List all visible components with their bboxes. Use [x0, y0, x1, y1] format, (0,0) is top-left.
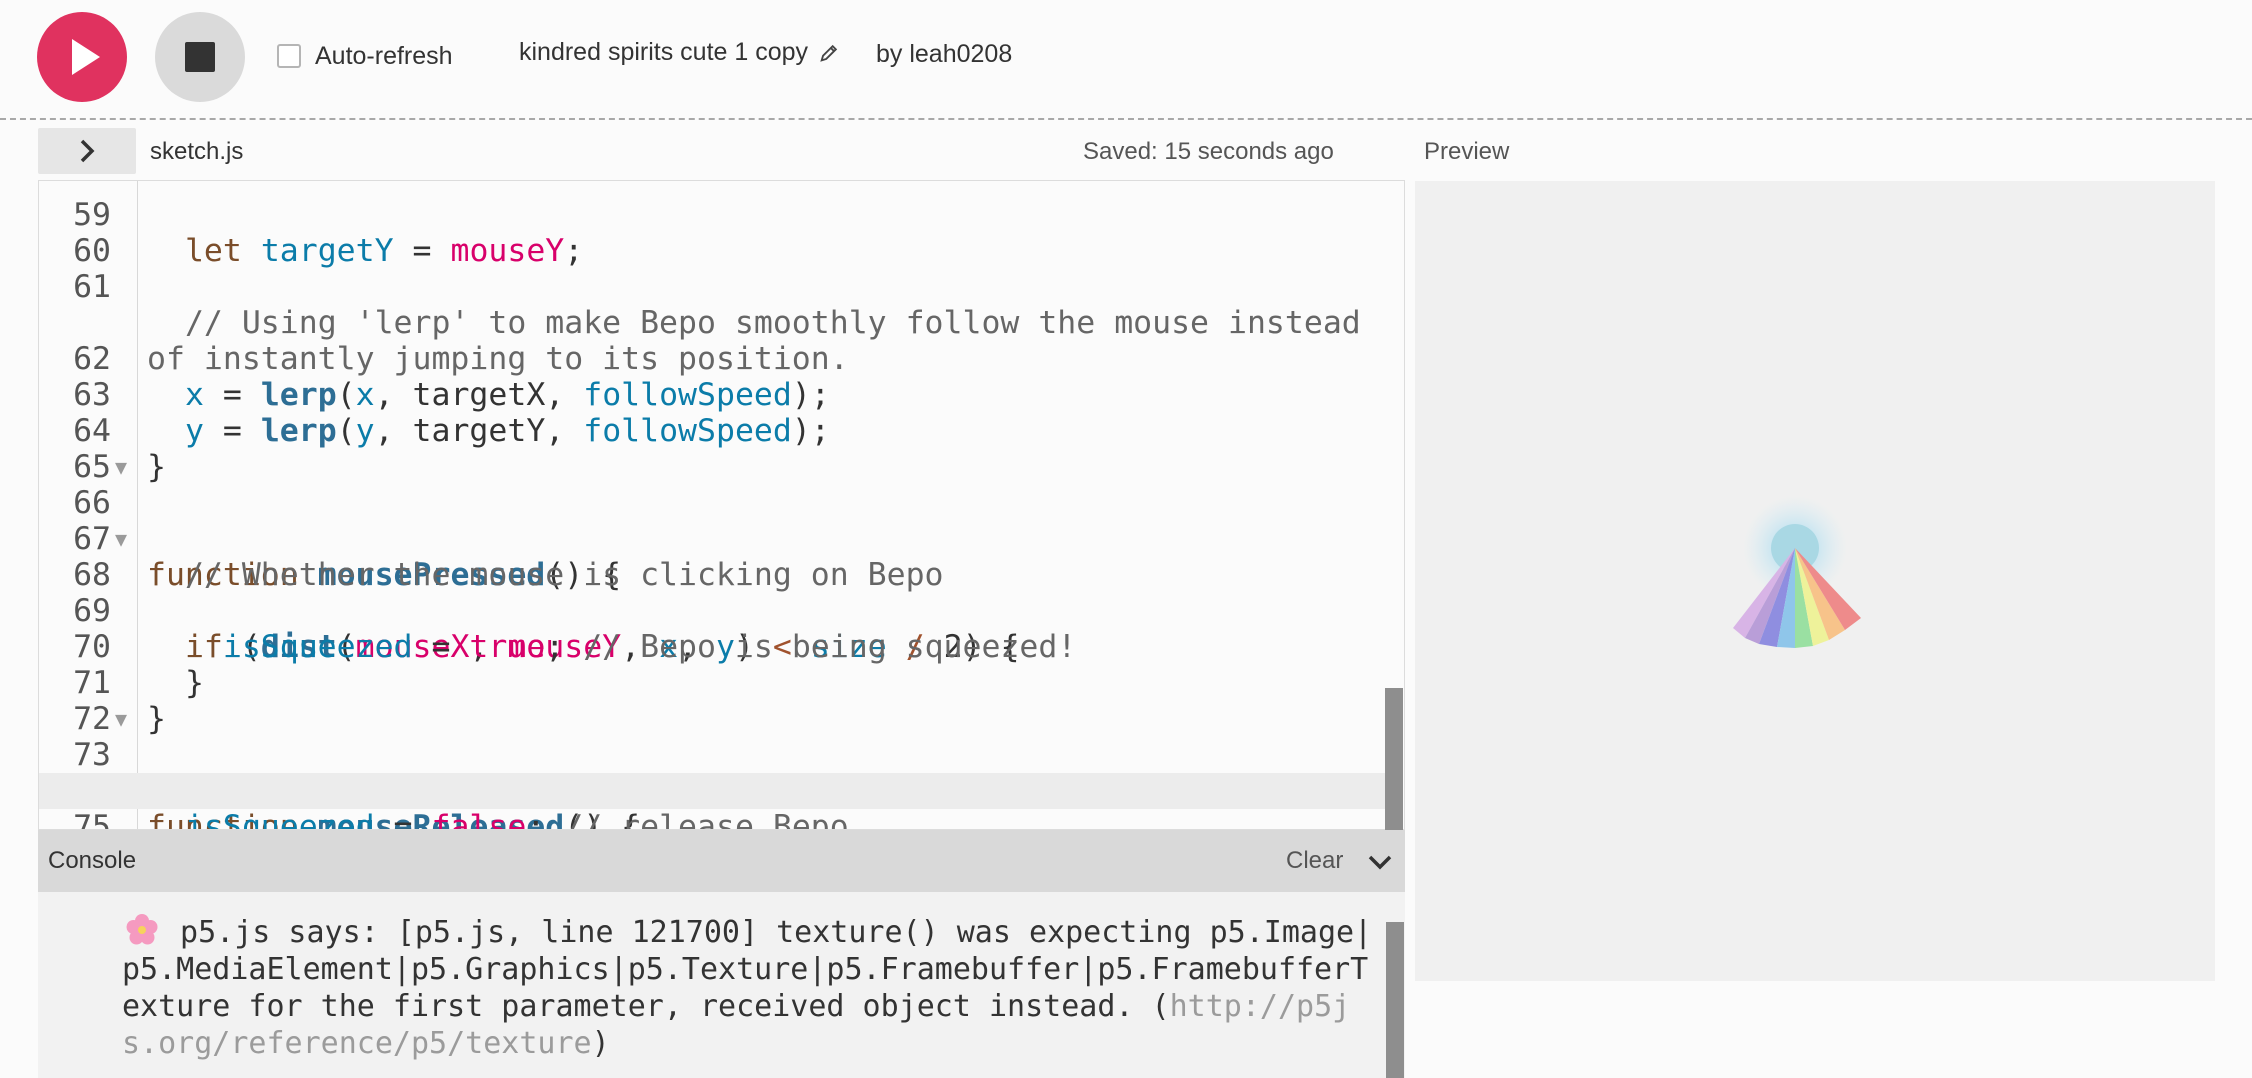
- author-link[interactable]: by leah0208: [876, 40, 1012, 69]
- fold-arrow-icon[interactable]: ▼: [115, 449, 127, 485]
- code-text: isSqueezed = false; // release Bepo.: [184, 809, 868, 830]
- console-clear-button[interactable]: Clear: [1286, 847, 1343, 875]
- fold-arrow-icon[interactable]: ▼: [115, 701, 127, 737]
- play-icon: [72, 39, 100, 75]
- code-line: 66 ▼ function mousePressed() {: [39, 449, 1404, 593]
- code-line: 74 isSqueezed = false; // release Bepo.: [39, 737, 1404, 829]
- console-output: p5.js says: [p5.js, line 121700] texture…: [38, 892, 1405, 1078]
- code-line: 71 }: [39, 629, 1404, 737]
- toolbar: Auto-refresh kindred spirits cute 1 copy…: [0, 0, 2252, 120]
- code-line: 72: [39, 665, 1404, 737]
- code-line: 63 y = lerp(y, targetY, followSpeed);: [39, 341, 1404, 449]
- preview-label: Preview: [1424, 138, 1510, 165]
- stop-button[interactable]: [155, 12, 245, 102]
- pencil-icon[interactable]: [818, 42, 840, 64]
- code-line: 62 x = lerp(x, targetX, followSpeed);: [39, 305, 1404, 413]
- code-line: 59 let targetY = mouseY;: [39, 181, 1404, 269]
- code-line: 64 }: [39, 377, 1404, 485]
- code-line: 60: [39, 197, 1404, 269]
- code-line: 68 ▼ if (dist(mouseX, mouseY, x, y) < si…: [39, 521, 1404, 665]
- code-line: 65: [39, 413, 1404, 485]
- console-message: p5.js says: [p5.js, line 121700] texture…: [122, 912, 1382, 1062]
- code-line: 67 // Whether the mouse is clicking on B…: [39, 485, 1404, 593]
- saved-status: Saved: 15 seconds ago: [1083, 138, 1334, 165]
- sketch-title[interactable]: kindred spirits cute 1 copy: [519, 38, 840, 67]
- line-number: 75: [73, 809, 111, 830]
- chevron-right-icon: [80, 139, 95, 163]
- fold-arrow-icon[interactable]: ▼: [115, 521, 127, 557]
- sketch-title-text: kindred spirits cute 1 copy: [519, 38, 809, 66]
- console-title: Console: [48, 847, 137, 874]
- console-scrollbar[interactable]: [1386, 922, 1404, 1078]
- auto-refresh-label: Auto-refresh: [315, 41, 453, 70]
- stop-icon: [185, 42, 215, 72]
- file-name[interactable]: sketch.js: [150, 138, 243, 166]
- code-line: 73 ▼ function mouseReleased() {: [39, 701, 1404, 829]
- code-line: 61 // Using 'lerp' to make Bepo smoothly…: [39, 233, 1404, 377]
- bepo-sprite: [1733, 496, 1861, 648]
- play-button[interactable]: [37, 12, 127, 102]
- editor-scrollbar[interactable]: [1385, 688, 1403, 830]
- chevron-down-icon[interactable]: [1366, 848, 1394, 876]
- code-lines[interactable]: 59 let targetY = mouseY; 60 61 // Using …: [39, 181, 1404, 829]
- console-message-end: ): [591, 1026, 610, 1061]
- auto-refresh-checkbox[interactable]: [277, 44, 301, 68]
- code-line-active: 75 }: [39, 773, 1385, 829]
- code-line: 69 isSqueezed = true; // Bepo is being s…: [39, 557, 1404, 665]
- flower-icon: [126, 914, 158, 945]
- auto-refresh-toggle[interactable]: Auto-refresh: [277, 40, 453, 72]
- code-line: 70 }: [39, 593, 1404, 701]
- console-header: Console Clear: [38, 830, 1405, 892]
- sidebar-toggle-button[interactable]: [38, 128, 136, 174]
- code-editor[interactable]: 59 let targetY = mouseY; 60 61 // Using …: [38, 180, 1405, 830]
- line-number: 61: [73, 269, 111, 305]
